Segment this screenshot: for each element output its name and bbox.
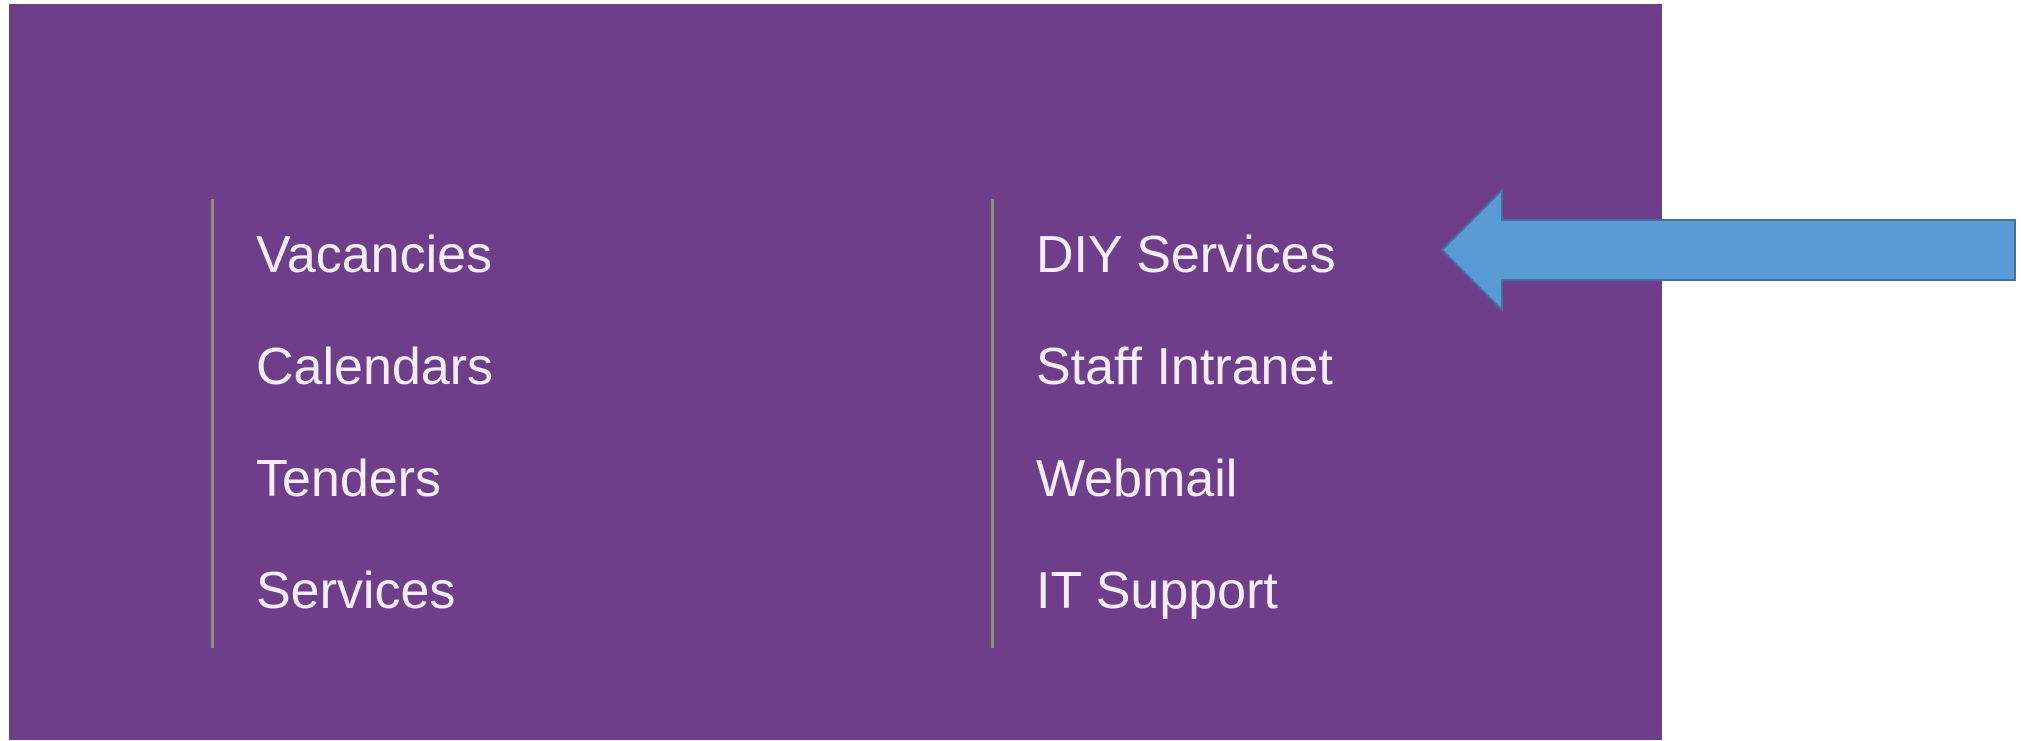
staff-intranet-link[interactable]: Staff Intranet — [1036, 337, 1333, 397]
services-link[interactable]: Services — [256, 561, 455, 621]
it-support-link[interactable]: IT Support — [1036, 561, 1278, 621]
left-link-column: Vacancies Calendars Tenders Services — [211, 199, 911, 648]
calendars-link[interactable]: Calendars — [256, 337, 493, 397]
vacancies-link[interactable]: Vacancies — [256, 225, 492, 285]
tenders-link[interactable]: Tenders — [256, 449, 441, 509]
webmail-link[interactable]: Webmail — [1036, 449, 1237, 509]
footer-links-panel: Vacancies Calendars Tenders Services DIY… — [9, 4, 1662, 740]
left-arrow-icon — [1440, 188, 2016, 312]
diy-services-link[interactable]: DIY Services — [1036, 225, 1336, 285]
